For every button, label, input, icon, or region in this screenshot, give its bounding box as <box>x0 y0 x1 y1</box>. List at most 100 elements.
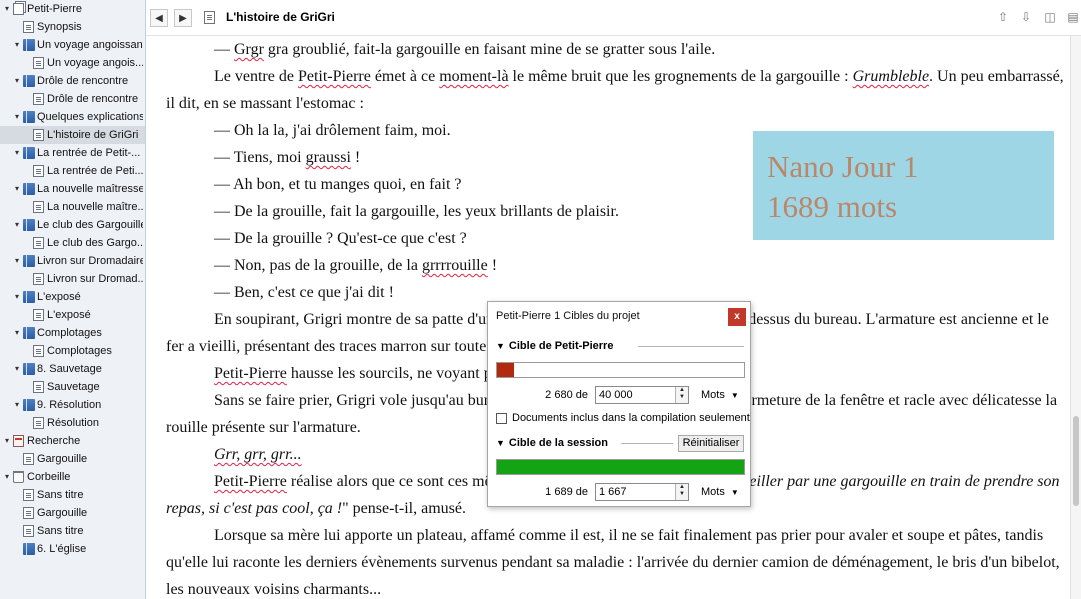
session-target-heading[interactable]: ▼ Cible de la session <box>496 437 608 449</box>
document-icon <box>33 237 44 249</box>
binder-item[interactable]: Sans titre <box>0 522 145 540</box>
collapse-arrow-icon[interactable]: ▾ <box>12 180 22 198</box>
session-target-input[interactable]: 1 667 ▲ ▼ <box>595 483 689 501</box>
binder-item-label: Livron sur Dromad... <box>47 273 143 285</box>
binder-item-label: Drôle de rencontre <box>37 75 129 87</box>
binder-item[interactable]: L'histoire de GriGri <box>0 126 145 144</box>
collapse-arrow-icon[interactable]: ▾ <box>12 288 22 306</box>
binder-item[interactable]: ▾ Livron sur Dromadaire <box>0 252 145 270</box>
text-run: moment-là <box>439 68 509 85</box>
binder-item[interactable]: Livron sur Dromad... <box>0 270 145 288</box>
binder-item[interactable]: ▾ Le club des Gargouilles <box>0 216 145 234</box>
binder-item[interactable]: ▾ 9. Résolution <box>0 396 145 414</box>
text-run: Lorsque sa mère lui apporte un plateau, … <box>166 527 1060 598</box>
binder-item[interactable]: Sauvetage <box>0 378 145 396</box>
binder-item-label: Petit-Pierre <box>27 3 83 15</box>
stepper-arrows-icon[interactable]: ▲ ▼ <box>675 484 688 500</box>
session-target-value: 1 667 <box>599 486 627 498</box>
binder-item[interactable]: ▾ Recherche <box>0 432 145 450</box>
binder-item[interactable]: La rentrée de Peti... <box>0 162 145 180</box>
folder-icon <box>23 363 35 375</box>
binder-item[interactable]: ▾ Petit-Pierre <box>0 0 145 18</box>
collapse-arrow-icon[interactable]: ▼ <box>496 341 505 351</box>
binder-item[interactable]: ▾ Un voyage angoissant <box>0 36 145 54</box>
binder-item-label: Résolution <box>47 417 99 429</box>
editor-header: ◀ ▶ L'histoire de GriGri ⇧ ⇩ ◫ ▤ <box>146 0 1081 36</box>
split-horizontal-icon[interactable]: ▤ <box>1066 10 1080 24</box>
project-unit-select[interactable]: Mots ▼ <box>701 389 739 401</box>
collapse-arrow-icon[interactable]: ▼ <box>496 438 505 448</box>
forward-button[interactable]: ▶ <box>174 9 192 27</box>
collapse-arrow-icon[interactable]: ▾ <box>12 144 22 162</box>
binder-item[interactable]: 6. L'église <box>0 540 145 558</box>
binder-item[interactable]: ▾ Corbeille <box>0 468 145 486</box>
binder-item-label: Complotages <box>37 327 102 339</box>
collapse-arrow-icon[interactable]: ▾ <box>12 324 22 342</box>
text-run: émet à ce <box>370 68 440 85</box>
collapse-arrow-icon[interactable]: ▾ <box>12 252 22 270</box>
session-progress-fill <box>497 460 744 474</box>
document-icon <box>33 129 44 141</box>
text-run: — Oh la la, j'ai drôlement faim, moi. <box>214 122 451 139</box>
binder-item[interactable]: L'exposé <box>0 306 145 324</box>
binder-item[interactable]: Sans titre <box>0 486 145 504</box>
close-button[interactable]: x <box>728 308 746 326</box>
folder-icon <box>23 111 35 123</box>
compile-only-checkbox[interactable] <box>496 413 507 424</box>
collapse-arrow-icon[interactable]: ▾ <box>12 396 22 414</box>
reset-button[interactable]: Réinitialiser <box>678 435 744 452</box>
collapse-arrow-icon[interactable]: ▾ <box>12 360 22 378</box>
collapse-arrow-icon[interactable]: ▾ <box>12 108 22 126</box>
folder-icon <box>23 219 35 231</box>
collapse-arrow-icon[interactable]: ▾ <box>12 72 22 90</box>
binder-item-label: La nouvelle maîtresse <box>37 183 143 195</box>
folder-icon <box>23 399 35 411</box>
binder-item[interactable]: Gargouille <box>0 504 145 522</box>
paragraph: Lorsque sa mère lui apporte un plateau, … <box>166 522 1066 599</box>
binder-item[interactable]: Un voyage angois... <box>0 54 145 72</box>
arrow-down-icon[interactable]: ⇩ <box>1019 10 1033 24</box>
project-target-input[interactable]: 40 000 ▲ ▼ <box>595 386 689 404</box>
stepper-arrows-icon[interactable]: ▲ ▼ <box>675 387 688 403</box>
binder-item[interactable]: ▾ Complotages <box>0 324 145 342</box>
binder-item[interactable]: Gargouille <box>0 450 145 468</box>
binder-item-label: Le club des Gargouilles <box>37 219 143 231</box>
text-run: le même bruit que les grognements de la … <box>508 68 853 85</box>
collapse-arrow-icon[interactable]: ▾ <box>2 432 12 450</box>
project-target-heading[interactable]: ▼ Cible de Petit-Pierre <box>496 340 613 352</box>
binder-item[interactable]: ▾ Quelques explications <box>0 108 145 126</box>
document-icon <box>33 345 44 357</box>
scrollbar-thumb[interactable] <box>1073 416 1079 506</box>
binder-item[interactable]: La nouvelle maître... <box>0 198 145 216</box>
session-unit-select[interactable]: Mots ▼ <box>701 486 739 498</box>
editor-scrollbar[interactable] <box>1070 36 1081 599</box>
binder-item-label: 8. Sauvetage <box>37 363 102 375</box>
text-run: gra groublié, fait-la gargouille en fais… <box>263 41 716 58</box>
binder-item[interactable]: ▾ La nouvelle maîtresse <box>0 180 145 198</box>
collapse-arrow-icon[interactable]: ▾ <box>2 468 12 486</box>
text-run: — <box>214 41 234 58</box>
binder-item[interactable]: Le club des Gargo... <box>0 234 145 252</box>
binder-item[interactable]: ▾ 8. Sauvetage <box>0 360 145 378</box>
document-icon <box>33 165 44 177</box>
binder-item[interactable]: ▾ Drôle de rencontre <box>0 72 145 90</box>
collapse-arrow-icon[interactable]: ▾ <box>2 0 12 18</box>
binder-item-label: Gargouille <box>37 507 88 519</box>
binder-item-label: Sauvetage <box>47 381 100 393</box>
binder-item[interactable]: ▾ L'exposé <box>0 288 145 306</box>
split-view-icon[interactable]: ◫ <box>1043 10 1057 24</box>
binder-item[interactable]: Complotages <box>0 342 145 360</box>
binder-item[interactable]: ▾ La rentrée de Petit-... <box>0 144 145 162</box>
binder-item-label: Un voyage angois... <box>47 57 143 69</box>
document-icon[interactable] <box>204 11 215 24</box>
back-button[interactable]: ◀ <box>150 9 168 27</box>
binder-item[interactable]: Synopsis <box>0 18 145 36</box>
binder-item-label: 9. Résolution <box>37 399 102 411</box>
trash-icon <box>13 471 24 483</box>
session-count: 1 689 de <box>545 486 588 498</box>
arrow-up-icon[interactable]: ⇧ <box>996 10 1010 24</box>
binder-item[interactable]: Drôle de rencontre <box>0 90 145 108</box>
collapse-arrow-icon[interactable]: ▾ <box>12 36 22 54</box>
binder-item[interactable]: Résolution <box>0 414 145 432</box>
collapse-arrow-icon[interactable]: ▾ <box>12 216 22 234</box>
